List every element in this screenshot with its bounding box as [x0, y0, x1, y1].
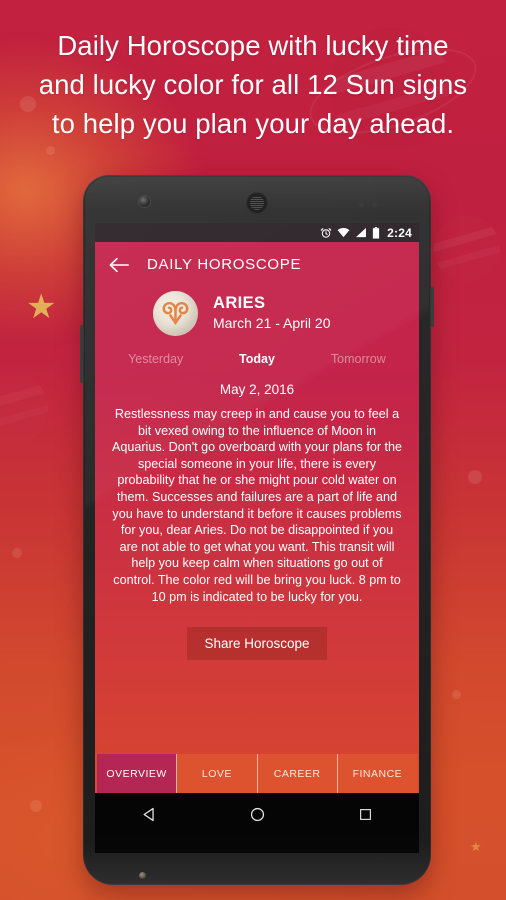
zodiac-sign-text: ARIES March 21 - April 20 [213, 294, 331, 333]
earpiece-speaker-icon [246, 192, 268, 214]
section-tab-love[interactable]: LOVE [176, 754, 257, 793]
signal-icon [356, 227, 367, 238]
nav-home-circle-icon[interactable] [249, 806, 266, 823]
status-bar: 2:24 [95, 223, 419, 242]
promo-headline: Daily Horoscope with lucky time and luck… [0, 26, 506, 143]
dot-decoration-6 [12, 548, 22, 558]
dot-decoration-5 [452, 690, 461, 699]
day-tab-today[interactable]: Today [206, 352, 307, 366]
aries-ram-icon [162, 301, 189, 326]
promo-screenshot: ★ ★ Daily Horoscope with lucky time and … [0, 0, 506, 900]
phone-mockup: 2:24 DAILY HOROSCOPE ARIES March 21 - Ap… [80, 175, 434, 885]
proximity-sensors-icon [359, 202, 385, 207]
screen-bottom-fill [95, 835, 419, 853]
headline-line-3: to help you plan your day ahead. [51, 108, 455, 139]
planet-decoration-right [434, 216, 500, 282]
power-button[interactable] [431, 287, 434, 327]
star-decoration-1: ★ [26, 288, 57, 326]
nav-back-triangle-icon[interactable] [141, 806, 158, 823]
section-tab-overview[interactable]: OVERVIEW [97, 754, 177, 793]
battery-icon [373, 226, 380, 239]
section-tab-finance[interactable]: FINANCE [336, 754, 417, 793]
day-tabs: Yesterday Today Tomorrow [95, 346, 419, 374]
alarm-icon [320, 227, 332, 238]
status-bar-time: 2:24 [387, 225, 412, 240]
dot-decoration-3 [30, 800, 42, 812]
front-camera-icon [139, 196, 150, 207]
phone-screen: 2:24 DAILY HOROSCOPE ARIES March 21 - Ap… [95, 223, 419, 793]
zodiac-sign-header: ARIES March 21 - April 20 [95, 287, 419, 346]
horoscope-text: Restlessness may creep in and cause you … [111, 407, 403, 604]
star-decoration-2: ★ [470, 839, 482, 854]
day-tab-yesterday[interactable]: Yesterday [105, 352, 206, 366]
app-bar: DAILY HOROSCOPE [95, 242, 419, 287]
headline-line-1: Daily Horoscope with lucky time [57, 30, 449, 61]
horoscope-date: May 2, 2016 [219, 382, 295, 397]
volume-button[interactable] [80, 325, 83, 383]
section-tab-career[interactable]: CAREER [256, 754, 337, 793]
dot-decoration-2 [46, 146, 55, 155]
zodiac-sign-dates: March 21 - April 20 [213, 315, 331, 331]
wifi-icon [337, 227, 350, 238]
avatar [153, 291, 198, 336]
headline-line-2: and lucky color for all 12 Sun signs [38, 69, 468, 100]
microphone-icon [139, 872, 146, 879]
zodiac-sign-name: ARIES [213, 294, 266, 312]
android-nav-bar [95, 793, 419, 835]
back-arrow-icon[interactable] [109, 256, 129, 274]
app-bar-title: DAILY HOROSCOPE [147, 256, 302, 273]
horoscope-content: May 2, 2016 Restlessness may creep in an… [95, 374, 419, 793]
day-tab-tomorrow[interactable]: Tomorrow [308, 352, 409, 366]
dot-decoration-4 [468, 470, 482, 484]
section-tabs: OVERVIEW LOVE CAREER FINANCE [95, 754, 419, 793]
share-horoscope-button[interactable]: Share Horoscope [187, 627, 327, 661]
nav-recents-square-icon[interactable] [358, 807, 373, 822]
share-button-row: Share Horoscope [109, 627, 405, 661]
